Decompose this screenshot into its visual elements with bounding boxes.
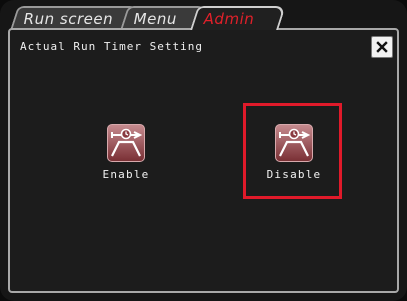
device-screen: Run screen Menu Admin Actual Run Timer S… <box>0 0 407 301</box>
dialog-title: Actual Run Timer Setting <box>20 40 203 53</box>
tab-admin[interactable]: Admin <box>190 6 286 30</box>
enable-button[interactable]: Enable <box>81 124 171 181</box>
disable-button[interactable]: Disable <box>249 124 339 181</box>
close-icon <box>376 41 388 53</box>
run-timer-icon <box>107 124 145 162</box>
enable-label: Enable <box>102 168 150 181</box>
tab-bar: Run screen Menu Admin <box>8 4 403 30</box>
close-button[interactable] <box>371 36 393 58</box>
run-timer-icon <box>275 124 313 162</box>
disable-label: Disable <box>266 168 322 181</box>
